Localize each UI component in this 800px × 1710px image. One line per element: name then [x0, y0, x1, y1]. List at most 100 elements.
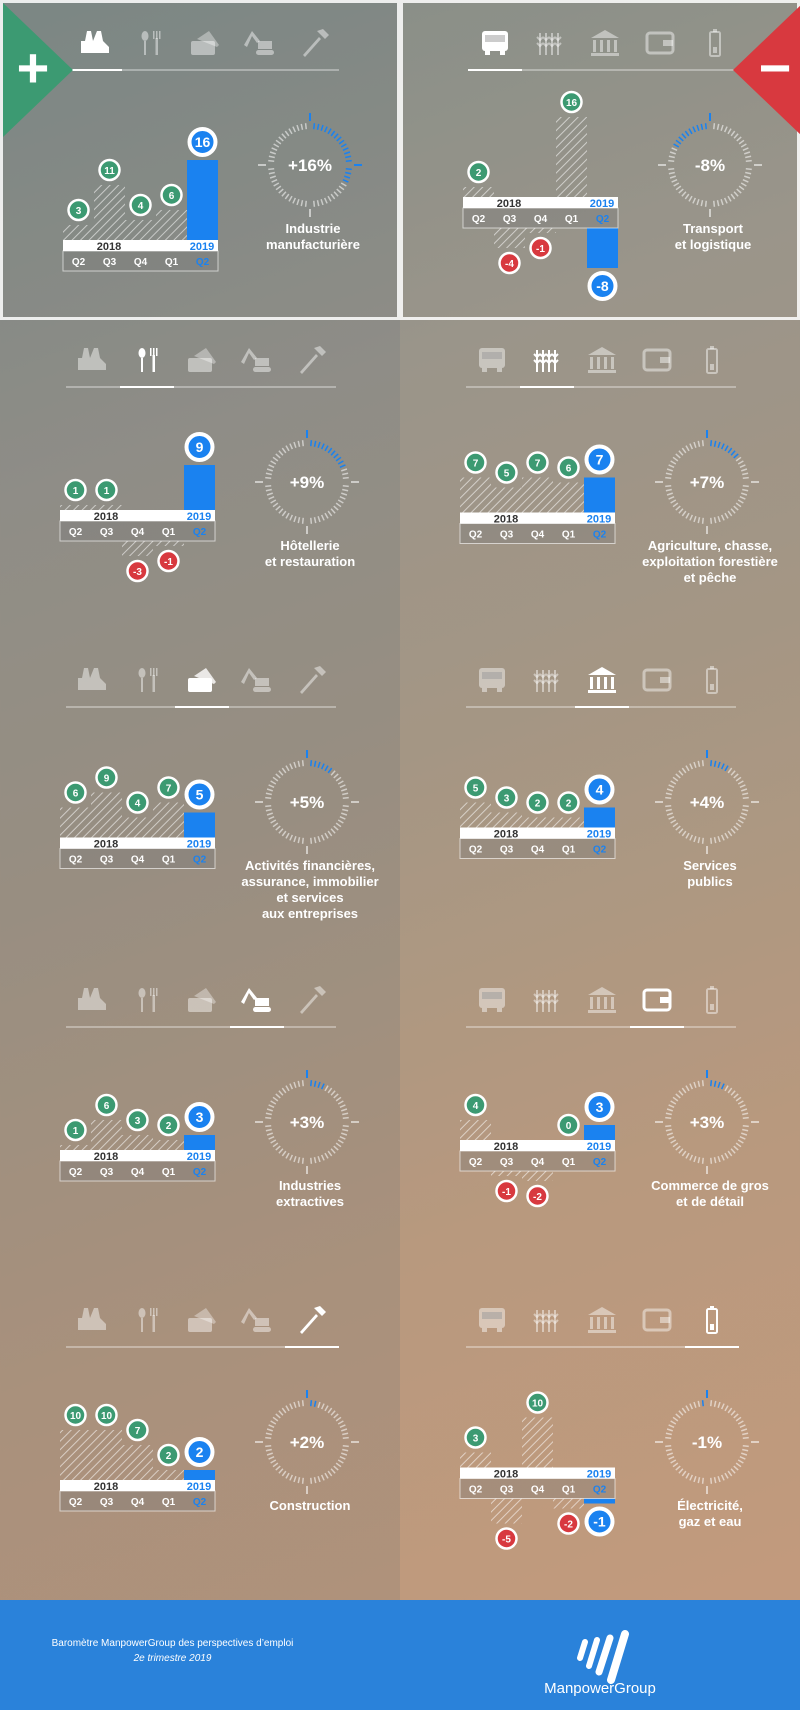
bank-icon[interactable]	[591, 30, 619, 56]
gauge-tick	[337, 1420, 344, 1425]
gauge-tick	[665, 808, 672, 812]
value-label: 7	[596, 452, 604, 468]
value-label: 2	[196, 1444, 204, 1460]
bar	[153, 1140, 184, 1150]
gauge-tick	[675, 1465, 681, 1471]
gauge-tick	[713, 760, 717, 767]
hammer-icon[interactable]	[300, 346, 326, 374]
fork-knife-icon[interactable]	[138, 668, 158, 692]
gauge-tick	[678, 188, 684, 194]
gauge-tick	[720, 834, 725, 841]
bank-icon[interactable]	[588, 987, 616, 1013]
gauge-tick	[720, 514, 725, 521]
credit-card-icon[interactable]	[188, 348, 216, 372]
wallet-icon[interactable]	[645, 31, 675, 55]
factory-icon[interactable]	[78, 348, 106, 370]
gauge-tick	[268, 1135, 275, 1140]
hammer-icon[interactable]	[300, 1306, 326, 1334]
gauge-tick	[739, 1455, 746, 1460]
bank-icon[interactable]	[588, 347, 616, 373]
gauge-tick	[330, 770, 336, 776]
gauge-tick	[720, 1083, 725, 1090]
factory-icon[interactable]	[81, 31, 109, 53]
wheat-icon[interactable]	[533, 990, 559, 1012]
wallet-icon[interactable]	[642, 668, 672, 692]
wheat-icon[interactable]	[533, 670, 559, 692]
hammer-icon[interactable]	[303, 29, 329, 57]
gauge-tick	[670, 1100, 677, 1105]
quarter-label: Q1	[162, 527, 176, 538]
bar	[463, 187, 494, 197]
year-label: 2019	[587, 514, 611, 526]
value-label: -1	[536, 244, 545, 255]
fork-knife-icon[interactable]	[138, 1308, 158, 1332]
gauge-tick	[713, 1080, 717, 1087]
gauge-tick	[666, 1428, 673, 1432]
fork-knife-icon[interactable]	[138, 988, 158, 1012]
battery-icon[interactable]	[706, 666, 718, 694]
factory-icon[interactable]	[78, 988, 106, 1010]
quarter-label: Q2	[72, 257, 86, 268]
truck-icon[interactable]	[479, 668, 505, 692]
bar	[584, 477, 615, 513]
gauge-tick	[333, 1093, 339, 1099]
gauge-tick	[313, 1157, 317, 1164]
gauge-tick	[333, 453, 339, 459]
wheat-icon[interactable]	[533, 1310, 559, 1332]
truck-icon[interactable]	[479, 988, 505, 1012]
bar	[553, 1498, 584, 1509]
gauge-tick	[668, 168, 675, 171]
gauge-tick	[265, 476, 272, 479]
credit-card-icon[interactable]	[188, 668, 216, 692]
gauge-tick	[270, 819, 277, 824]
truck-icon[interactable]	[479, 348, 505, 372]
quarter-label: Q1	[562, 530, 576, 541]
value-label: 10	[101, 1411, 113, 1422]
gauge-tick	[265, 796, 272, 799]
gauge-tick	[697, 837, 701, 844]
battery-icon[interactable]	[706, 986, 718, 1014]
credit-card-icon[interactable]	[188, 988, 216, 1012]
gauge-tick	[742, 1436, 749, 1439]
excavator-icon[interactable]	[241, 348, 271, 372]
gauge-tick	[678, 1468, 684, 1474]
hammer-icon[interactable]	[300, 986, 326, 1014]
credit-card-icon[interactable]	[191, 31, 219, 55]
wheat-icon[interactable]	[536, 33, 562, 55]
gauge-tick	[739, 1104, 746, 1109]
truck-icon[interactable]	[482, 31, 508, 55]
gauge-tick	[673, 143, 680, 148]
fork-knife-icon[interactable]	[141, 31, 161, 55]
wallet-icon[interactable]	[642, 348, 672, 372]
battery-icon[interactable]	[706, 346, 718, 374]
wallet-icon[interactable]	[642, 1308, 672, 1332]
gauge-tick	[327, 128, 332, 135]
excavator-icon[interactable]	[241, 1308, 271, 1332]
fork-knife-icon[interactable]	[138, 348, 158, 372]
gauge-tick	[678, 770, 684, 776]
gauge-tick	[681, 510, 687, 517]
gauge-tick	[289, 514, 294, 521]
gauge-tick	[301, 1157, 304, 1164]
credit-card-icon[interactable]	[188, 1308, 216, 1332]
wallet-icon[interactable]	[642, 988, 672, 1012]
factory-icon[interactable]	[78, 1308, 106, 1330]
wheat-icon[interactable]	[533, 350, 559, 372]
sector-panel: 3 -5 10 -2 -1 2018 2019 Q2 Q3 Q4 Q1 Q2 -1% Électricit…	[400, 1280, 800, 1600]
gauge-tick	[293, 1401, 297, 1408]
hammer-icon[interactable]	[300, 666, 326, 694]
gauge-tick	[739, 495, 746, 500]
battery-icon[interactable]	[706, 1306, 718, 1334]
value-label: 5	[196, 787, 204, 803]
battery-icon[interactable]	[709, 29, 721, 57]
truck-icon[interactable]	[479, 1308, 505, 1332]
gauge-tick	[275, 1145, 281, 1151]
excavator-icon[interactable]	[241, 988, 271, 1012]
gauge-tick	[337, 1100, 344, 1105]
excavator-icon[interactable]	[244, 31, 274, 55]
bank-icon[interactable]	[588, 1307, 616, 1333]
bank-icon[interactable]	[588, 667, 616, 693]
excavator-icon[interactable]	[241, 668, 271, 692]
footer: Baromètre ManpowerGroup des perspectives…	[0, 1600, 800, 1710]
factory-icon[interactable]	[78, 668, 106, 690]
